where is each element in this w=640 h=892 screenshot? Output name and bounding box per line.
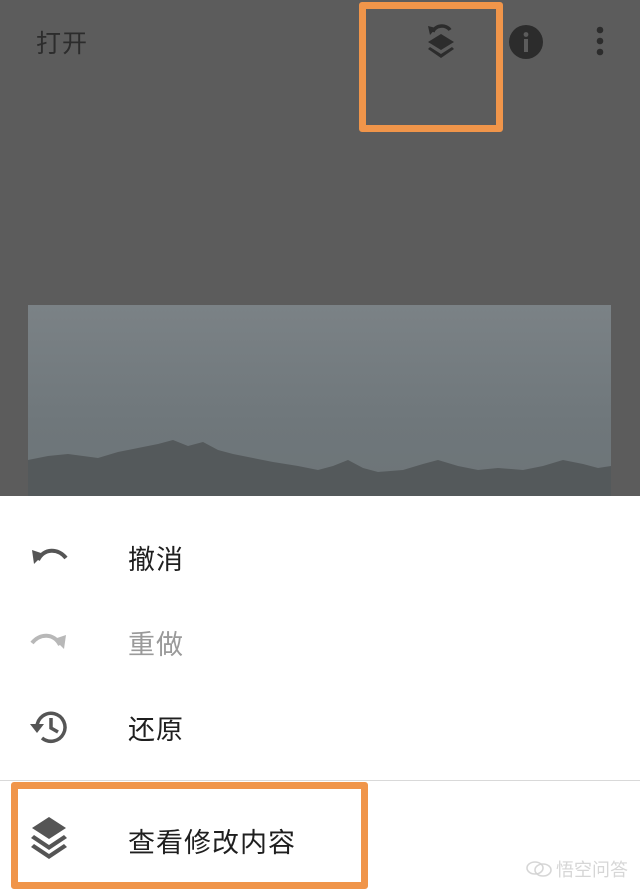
open-button[interactable]: 打开 (36, 24, 88, 60)
photo-preview (28, 305, 611, 500)
undo-icon (32, 548, 68, 564)
watermark: 悟空问答 (526, 856, 628, 882)
chat-bubbles-icon (526, 861, 552, 877)
history-icon (30, 711, 67, 744)
mountain-silhouette (28, 440, 611, 500)
highlight-box-top (359, 2, 503, 132)
top-app-bar: 打开 (0, 0, 640, 84)
info-button[interactable] (508, 24, 544, 60)
undo-label: 撤消 (128, 545, 184, 576)
watermark-text: 悟空问答 (556, 860, 628, 881)
more-vert-icon (596, 26, 604, 56)
menu-item-revert[interactable]: 还原 (0, 684, 640, 768)
menu-item-undo[interactable]: 撤消 (0, 514, 640, 598)
more-options-button[interactable] (588, 22, 612, 62)
redo-icon (30, 633, 66, 649)
info-icon (509, 25, 543, 59)
highlight-box-bottom (11, 782, 368, 889)
menu-item-redo[interactable]: 重做 (0, 599, 640, 683)
redo-label: 重做 (128, 630, 184, 661)
menu-divider (0, 780, 640, 781)
revert-label: 还原 (128, 715, 184, 746)
